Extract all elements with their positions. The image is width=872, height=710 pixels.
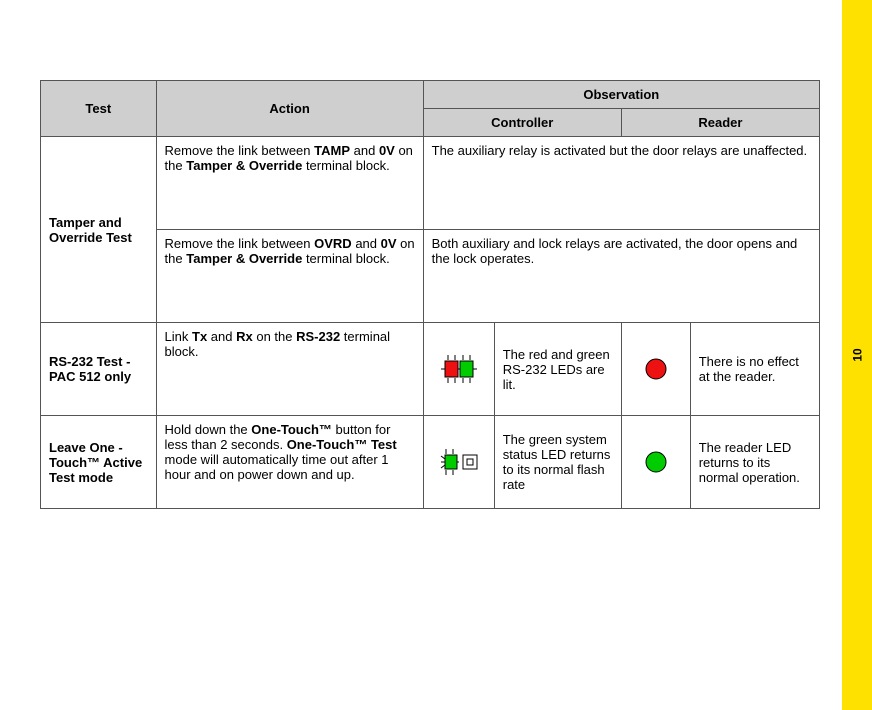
- text: terminal block.: [302, 158, 389, 173]
- text-bold: 0V: [379, 143, 395, 158]
- header-controller: Controller: [423, 109, 621, 137]
- red-led-icon: [641, 354, 671, 384]
- observation-cell: Both auxiliary and lock relays are activ…: [423, 230, 819, 323]
- text: Remove the link between: [165, 143, 315, 158]
- reader-text: There is no effect at the reader.: [690, 323, 819, 416]
- controller-icon-cell: [423, 416, 494, 509]
- header-reader: Reader: [621, 109, 819, 137]
- side-accent-bar: 10: [842, 0, 872, 710]
- test-name: RS-232 Test - PAC 512 only: [41, 323, 157, 416]
- text: Hold down the: [165, 422, 252, 437]
- test-name: Leave One -Touch™ Active Test mode: [41, 416, 157, 509]
- controller-icon-cell: [423, 323, 494, 416]
- table-row: Leave One -Touch™ Active Test mode Hold …: [41, 416, 820, 509]
- header-observation: Observation: [423, 81, 819, 109]
- table-row: Tamper and Override Test Remove the link…: [41, 137, 820, 230]
- text: and: [350, 143, 379, 158]
- text: on the: [253, 329, 296, 344]
- text: Remove the link between: [165, 236, 315, 251]
- status-led-board-icon: [435, 445, 483, 479]
- text: Link: [165, 329, 192, 344]
- text-bold: OVRD: [314, 236, 352, 251]
- text-bold: Tamper & Override: [186, 158, 302, 173]
- action-cell: Remove the link between TAMP and 0V on t…: [156, 137, 423, 230]
- text-bold: 0V: [381, 236, 397, 251]
- text: mode will automatically time out after 1…: [165, 452, 389, 482]
- text-bold: One-Touch™ Test: [287, 437, 397, 452]
- action-cell: Hold down the One-Touch™ button for less…: [156, 416, 423, 509]
- text: terminal block.: [302, 251, 389, 266]
- observation-cell: The auxiliary relay is activated but the…: [423, 137, 819, 230]
- text-bold: RS-232: [296, 329, 340, 344]
- text-bold: Tx: [192, 329, 207, 344]
- text: and: [207, 329, 236, 344]
- green-led-icon: [641, 447, 671, 477]
- page-number: 10: [850, 348, 864, 361]
- table-row: Remove the link between OVRD and 0V on t…: [41, 230, 820, 323]
- header-test: Test: [41, 81, 157, 137]
- text-bold: Tamper & Override: [186, 251, 302, 266]
- controller-text: The green system status LED returns to i…: [494, 416, 621, 509]
- action-cell: Remove the link between OVRD and 0V on t…: [156, 230, 423, 323]
- text-bold: One-Touch™: [251, 422, 332, 437]
- reader-icon-cell: [621, 323, 690, 416]
- test-procedure-table: Test Action Observation Controller Reade…: [40, 80, 820, 509]
- controller-text: The red and green RS-232 LEDs are lit.: [494, 323, 621, 416]
- text: and: [352, 236, 381, 251]
- red-green-led-icon: [435, 352, 483, 386]
- table-row: RS-232 Test - PAC 512 only Link Tx and R…: [41, 323, 820, 416]
- test-name: Tamper and Override Test: [41, 137, 157, 323]
- text-bold: TAMP: [314, 143, 350, 158]
- reader-text: The reader LED returns to its normal ope…: [690, 416, 819, 509]
- text-bold: Rx: [236, 329, 253, 344]
- header-action: Action: [156, 81, 423, 137]
- reader-icon-cell: [621, 416, 690, 509]
- action-cell: Link Tx and Rx on the RS-232 terminal bl…: [156, 323, 423, 416]
- document-page: 10 Test Action Observation Controller Re…: [0, 0, 872, 710]
